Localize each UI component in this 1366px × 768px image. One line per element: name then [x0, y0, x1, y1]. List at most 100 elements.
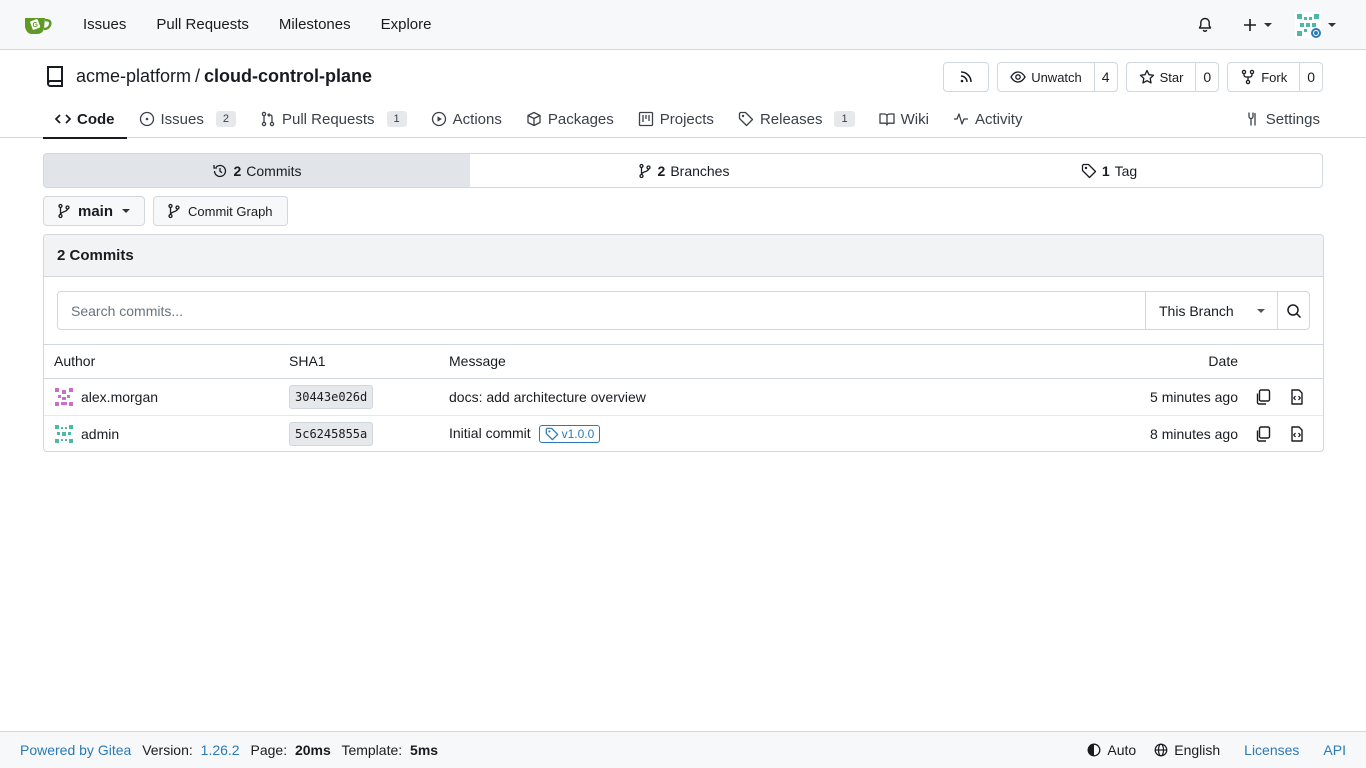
- theme-value: Auto: [1107, 742, 1137, 758]
- tag-icon: [1081, 163, 1097, 179]
- version-label: Version:: [142, 742, 193, 758]
- commit-author-link[interactable]: admin: [81, 426, 119, 442]
- commit-author-link[interactable]: alex.morgan: [81, 389, 158, 405]
- play-icon: [431, 111, 447, 127]
- commit-sha-link[interactable]: 5c6245855a: [289, 421, 374, 446]
- commit-sha-link[interactable]: 30443e026d: [289, 384, 374, 409]
- tag-icon: [545, 427, 559, 441]
- branch-selector[interactable]: main: [43, 196, 146, 226]
- tags-summary-link[interactable]: 1 Tag: [896, 154, 1322, 187]
- nav-pull-requests[interactable]: Pull Requests: [141, 0, 264, 50]
- plus-icon: [1243, 18, 1257, 32]
- pulse-icon: [953, 111, 969, 127]
- search-button[interactable]: [1277, 292, 1309, 329]
- user-menu-button[interactable]: [1286, 0, 1344, 50]
- language-selector[interactable]: English: [1154, 742, 1220, 758]
- commit-graph-button[interactable]: Commit Graph: [153, 196, 288, 226]
- commit-message-link[interactable]: Initial commit: [449, 425, 531, 441]
- template-time: 5ms: [410, 742, 439, 758]
- gitea-logo-icon[interactable]: G: [22, 9, 54, 41]
- commit-date: 8 minutes ago: [1150, 425, 1238, 442]
- tab-label: Actions: [452, 110, 502, 128]
- branch-name: main: [78, 202, 114, 220]
- tab-issues[interactable]: Issues 2: [127, 100, 248, 138]
- tab-wiki[interactable]: Wiki: [867, 100, 941, 138]
- tab-label: Issues: [160, 110, 204, 128]
- tab-pull-requests[interactable]: Pull Requests 1: [248, 100, 419, 138]
- commits-table: Author SHA1 Message Date alex.morgan 304…: [44, 345, 1323, 451]
- commit-graph-label: Commit Graph: [188, 203, 273, 219]
- tab-settings[interactable]: Settings: [1244, 100, 1320, 138]
- column-header-sha: SHA1: [289, 345, 449, 379]
- nav-issues[interactable]: Issues: [68, 0, 141, 50]
- licenses-link[interactable]: Licenses: [1244, 742, 1299, 758]
- branch-icon: [56, 203, 72, 219]
- issues-count-badge: 2: [215, 111, 236, 127]
- tag-label[interactable]: v1.0.0: [538, 424, 601, 443]
- nav-milestones[interactable]: Milestones: [264, 0, 366, 50]
- issue-icon: [139, 111, 155, 127]
- branches-summary-link[interactable]: 2 Branches: [470, 154, 896, 187]
- theme-selector[interactable]: Auto: [1087, 742, 1136, 758]
- api-link[interactable]: API: [1323, 742, 1346, 758]
- tab-packages[interactable]: Packages: [514, 100, 626, 138]
- table-row: admin 5c6245855a Initial commit v1.0.0 8…: [44, 415, 1323, 451]
- copy-sha-icon[interactable]: [1254, 388, 1272, 406]
- avatar[interactable]: [54, 386, 74, 407]
- commit-date: 5 minutes ago: [1078, 378, 1238, 416]
- tab-label: Activity: [974, 110, 1023, 128]
- settings-label: Settings: [1265, 110, 1320, 128]
- tab-projects[interactable]: Projects: [626, 100, 726, 138]
- page-footer: Powered by Gitea Version: 1.26.2 Page: 2…: [0, 731, 1366, 768]
- commits-summary-link[interactable]: 2 Commits: [44, 154, 470, 187]
- tab-label: Wiki: [900, 110, 929, 128]
- commits-count: 2: [233, 162, 242, 179]
- notifications-button[interactable]: [1182, 0, 1228, 50]
- language-value: English: [1174, 742, 1221, 758]
- code-icon: [55, 111, 71, 127]
- version-link[interactable]: 1.26.2: [201, 742, 240, 758]
- tab-releases[interactable]: Releases 1: [726, 100, 867, 138]
- powered-by-link[interactable]: Powered by Gitea: [20, 742, 131, 758]
- git-graph-icon: [166, 203, 182, 219]
- tab-label: Code: [77, 110, 115, 128]
- tab-label: Projects: [659, 110, 714, 128]
- branches-count: 2: [657, 162, 666, 179]
- commits-label: Commits: [246, 162, 302, 179]
- branches-label: Branches: [670, 162, 730, 179]
- branch-toolbar: main Commit Graph: [43, 196, 288, 226]
- bell-icon: [1197, 17, 1213, 33]
- avatar[interactable]: [54, 423, 74, 444]
- tab-code[interactable]: Code: [43, 100, 127, 139]
- tag-icon: [738, 111, 754, 127]
- tab-actions[interactable]: Actions: [419, 100, 514, 138]
- chevron-down-icon: [1327, 22, 1336, 27]
- branch-icon: [637, 163, 653, 179]
- table-row: alex.morgan 30443e026d docs: add archite…: [44, 378, 1323, 416]
- pull-requests-count-badge: 1: [386, 111, 407, 127]
- chevron-down-icon: [122, 209, 131, 213]
- chevron-down-icon: [1257, 308, 1265, 313]
- nav-explore[interactable]: Explore: [366, 0, 447, 50]
- tools-icon: [1244, 111, 1260, 127]
- search-scope-dropdown[interactable]: This Branch: [1145, 292, 1277, 329]
- commit-message-link[interactable]: docs: add architecture overview: [449, 389, 646, 405]
- commit-search-input[interactable]: [58, 292, 1145, 329]
- search-icon: [1286, 303, 1302, 319]
- tags-count: 1: [1101, 162, 1110, 179]
- copy-sha-icon[interactable]: [1254, 425, 1272, 443]
- template-time-label: Template:: [341, 742, 403, 758]
- tag-name: v1.0.0: [561, 426, 595, 441]
- tab-activity[interactable]: Activity: [941, 100, 1035, 138]
- project-icon: [638, 111, 654, 127]
- repo-summary-bar: 2 Commits 2 Branches 1 Tag: [43, 153, 1323, 188]
- browse-files-icon[interactable]: [1288, 425, 1306, 443]
- repo-tabs: Code Issues 2 Pull Requests 1 Actions Pa…: [43, 100, 1035, 139]
- svg-text:G: G: [33, 22, 39, 29]
- tab-label: Packages: [547, 110, 614, 128]
- tab-label: Pull Requests: [281, 110, 375, 128]
- column-header-author: Author: [44, 345, 289, 379]
- column-header-date: Date: [1078, 345, 1238, 379]
- browse-files-icon[interactable]: [1288, 388, 1306, 406]
- create-menu-button[interactable]: [1228, 0, 1286, 50]
